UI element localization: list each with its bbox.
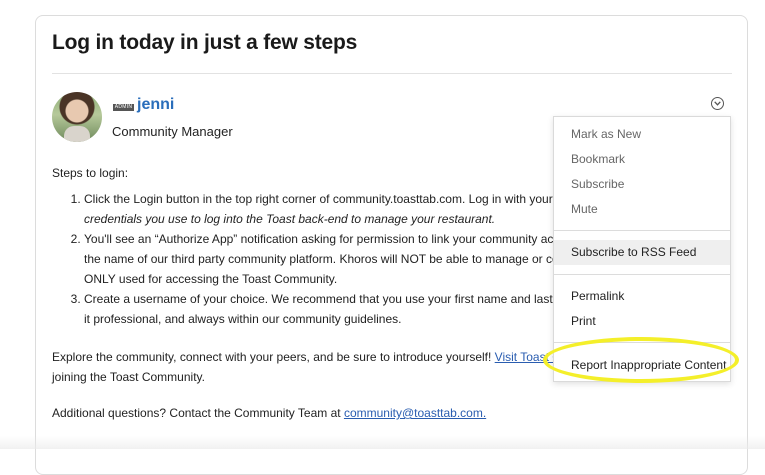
avatar[interactable] — [52, 92, 102, 142]
author-username[interactable]: jenni — [137, 96, 174, 114]
step-text: You'll see an “Authorize App” notificati… — [84, 232, 597, 246]
step-text: Click the Login button in the top right … — [84, 192, 600, 206]
menu-item-mute[interactable]: Mute — [554, 197, 730, 222]
chevron-down-icon — [714, 101, 721, 106]
post-options-menu: Mark as New Bookmark Subscribe Mute Subs… — [553, 116, 731, 382]
bottom-shade — [0, 436, 765, 449]
post-options-button[interactable] — [711, 97, 724, 110]
menu-divider — [554, 274, 730, 275]
author-role: Community Manager — [112, 124, 233, 139]
steps-intro: Steps to login: — [52, 166, 129, 180]
admin-badge: ADMIN — [113, 104, 134, 111]
title-divider — [52, 73, 732, 74]
menu-item-print[interactable]: Print — [554, 309, 730, 334]
step-text: credentials you use to log into the Toas… — [84, 212, 496, 226]
explore-text-line2: joining the Toast Community. — [52, 370, 205, 384]
menu-item-rss-feed[interactable]: Subscribe to RSS Feed — [554, 240, 730, 265]
menu-item-bookmark[interactable]: Bookmark — [554, 147, 730, 172]
step-text: Create a username of your choice. We rec… — [84, 292, 607, 306]
contact-email-link[interactable]: community@toasttab.com. — [344, 406, 486, 420]
contact-text: Additional questions? Contact the Commun… — [52, 406, 344, 420]
menu-item-subscribe[interactable]: Subscribe — [554, 172, 730, 197]
post-title: Log in today in just a few steps — [52, 31, 358, 54]
menu-item-mark-as-new[interactable]: Mark as New — [554, 122, 730, 147]
menu-item-report-content[interactable]: Report Inappropriate Content — [554, 353, 730, 378]
menu-divider — [554, 230, 730, 231]
step-text: the name of our third party community pl… — [84, 252, 597, 266]
avatar-shirt — [64, 126, 90, 142]
menu-divider — [554, 342, 730, 343]
step-text: it professional, and always within our c… — [84, 312, 402, 326]
contact-paragraph: Additional questions? Contact the Commun… — [52, 403, 486, 423]
explore-text: Explore the community, connect with your… — [52, 350, 495, 364]
step-text: ONLY used for accessing the Toast Commun… — [84, 272, 338, 286]
menu-item-permalink[interactable]: Permalink — [554, 284, 730, 309]
